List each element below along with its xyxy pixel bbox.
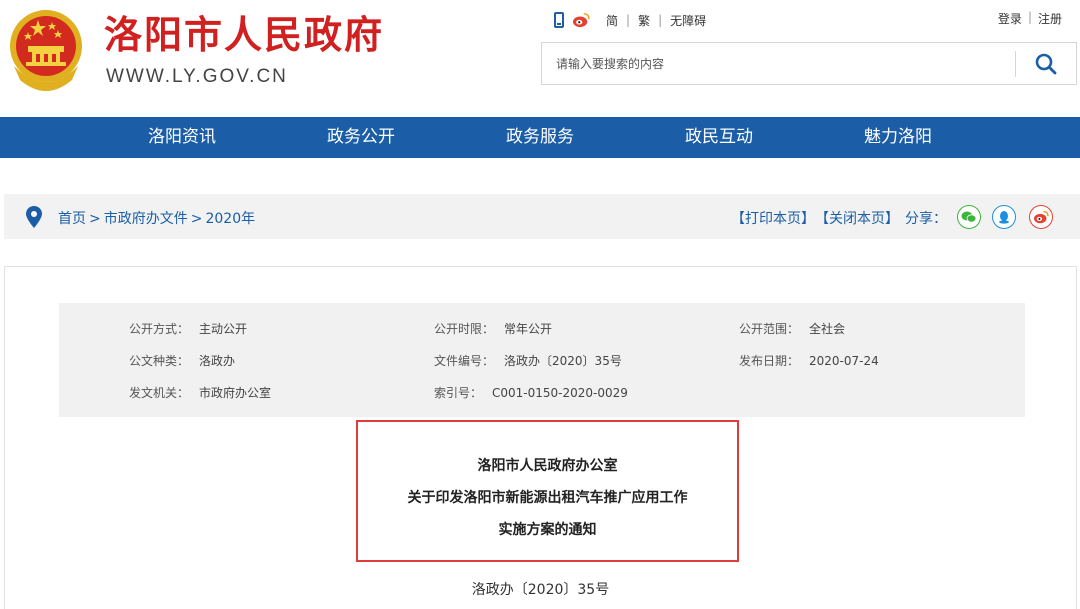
search-button[interactable] (1026, 49, 1066, 79)
simplified-link[interactable]: 简 (606, 12, 618, 29)
weibo-share-icon[interactable] (1029, 205, 1053, 229)
accessibility-link[interactable]: 无障碍 (670, 12, 706, 29)
document-metadata: 公开方式： 主动公开 公开时限： 常年公开 公开范围： 全社会 公文种类： 洛政办 文件… (59, 303, 1025, 417)
breadcrumb-bar: 首页 > 市政府办文件 >2020年 【打印本页】 【关闭本页】 分享： (4, 194, 1080, 239)
traditional-link[interactable]: 繁 (638, 12, 650, 29)
site-title: 洛阳市人民政府 (104, 13, 385, 57)
site-url: WWW.LY.GOV.CN (106, 66, 288, 87)
top-toolbar: 简 | 繁 | 无障碍 (554, 10, 706, 30)
breadcrumb-home[interactable]: 首页 (58, 211, 86, 227)
document-number: 洛政办〔2020〕35号 (471, 582, 610, 598)
site-header: 洛阳市人民政府 WWW.LY.GOV.CN 简 | 繁 | 无障碍 登录 | 注… (0, 0, 1080, 117)
page-tools: 【打印本页】 【关闭本页】 分享： (731, 208, 947, 228)
main-nav: 洛阳资讯 政务公开 政务服务 政民互动 魅力洛阳 (0, 117, 1080, 158)
auth-links: 登录 | 注册 (997, 10, 1062, 27)
nav-item-interaction[interactable]: 政民互动 (669, 117, 769, 158)
location-pin-icon (26, 206, 42, 228)
document-title-box: 洛阳市人民政府办公室 关于印发洛阳市新能源出租汽车推广应用工作 实施方案的通知 (356, 420, 739, 562)
qq-icon[interactable] (992, 205, 1016, 229)
nav-item-charm-luoyang[interactable]: 魅力洛阳 (848, 117, 948, 158)
document-issuer: 洛阳市人民政府办公室 (477, 458, 618, 474)
login-link[interactable]: 登录 (998, 10, 1022, 27)
share-label: 分享： (905, 211, 947, 227)
register-link[interactable]: 注册 (1038, 10, 1062, 27)
phone-icon[interactable] (554, 12, 564, 28)
nav-item-news[interactable]: 洛阳资讯 (132, 117, 232, 158)
document-panel: 公开方式： 主动公开 公开时限： 常年公开 公开范围： 全社会 公文种类： 洛政办 文件… (4, 266, 1077, 609)
breadcrumb-year[interactable]: 2020年 (205, 211, 255, 227)
breadcrumb-gov-office-docs[interactable]: 市政府办文件 (104, 211, 188, 227)
document-title-continued: 实施方案的通知 (498, 522, 597, 538)
wechat-icon[interactable] (957, 205, 981, 229)
search-box (541, 42, 1077, 85)
weibo-icon[interactable] (572, 12, 590, 28)
nav-item-gov-services[interactable]: 政务服务 (490, 117, 590, 158)
national-emblem-icon (10, 10, 82, 91)
meta-row: 发文机关： 市政府办公室 索引号： C001-0150-2020-0029 (129, 386, 628, 400)
meta-row: 公开方式： 主动公开 公开时限： 常年公开 公开范围： 全社会 (129, 322, 846, 336)
meta-row: 公文种类： 洛政办 文件编号： 洛政办〔2020〕35号 发布日期： 2020-07-… (129, 354, 879, 368)
nav-item-open-government[interactable]: 政务公开 (311, 117, 411, 158)
print-page-link[interactable]: 【打印本页】 (731, 208, 815, 228)
close-page-link[interactable]: 【关闭本页】 (815, 208, 899, 228)
breadcrumb: 首页 > 市政府办文件 >2020年 (58, 211, 256, 227)
search-input[interactable] (542, 43, 1014, 84)
search-icon (1035, 53, 1057, 75)
document-title: 关于印发洛阳市新能源出租汽车推广应用工作 (407, 490, 688, 506)
